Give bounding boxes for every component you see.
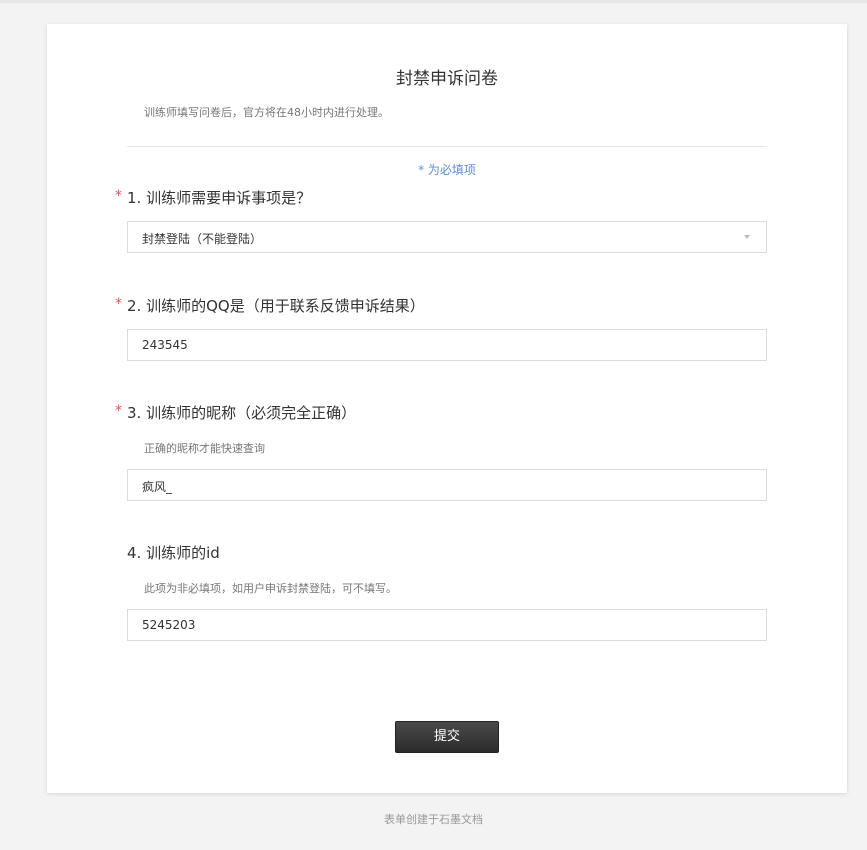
- question-3-value: 疯风_: [142, 480, 173, 494]
- submit-button[interactable]: 提交: [395, 721, 499, 753]
- question-4-input[interactable]: 5245203: [127, 609, 767, 641]
- question-4-hint: 此项为非必填项，如用户申诉封禁登陆，可不填写。: [144, 582, 397, 595]
- question-1-label: 1. 训练师需要申诉事项是？: [127, 189, 312, 207]
- form-description: 训练师填写问卷后，官方将在48小时内进行处理。: [144, 106, 389, 119]
- chevron-down-icon: [744, 235, 750, 239]
- question-4-title: 4. 训练师的id: [127, 542, 220, 563]
- question-4-label: 4. 训练师的id: [127, 544, 220, 562]
- question-3-label: 3. 训练师的昵称（必须完全正确）: [127, 404, 357, 422]
- required-note: * 为必填项: [418, 163, 476, 177]
- question-4-value: 5245203: [142, 618, 196, 632]
- form-card: 封禁申诉问卷 训练师填写问卷后，官方将在48小时内进行处理。 * 为必填项 * …: [47, 24, 847, 793]
- question-3-title: * 3. 训练师的昵称（必须完全正确）: [115, 402, 357, 423]
- question-2-label: 2. 训练师的QQ是（用于联系反馈申诉结果）: [127, 297, 425, 315]
- question-1-select[interactable]: 封禁登陆（不能登陆）: [127, 221, 767, 253]
- question-1-selected-value: 封禁登陆（不能登陆）: [142, 232, 263, 246]
- question-2-input[interactable]: 243545: [127, 329, 767, 361]
- top-bar: [0, 0, 867, 3]
- footer-text[interactable]: 表单创建于石墨文档: [0, 811, 867, 827]
- header-divider: [127, 146, 767, 147]
- question-2-title: * 2. 训练师的QQ是（用于联系反馈申诉结果）: [115, 295, 425, 316]
- question-3-input[interactable]: 疯风_: [127, 469, 767, 501]
- required-star: *: [115, 296, 122, 312]
- question-1-title: * 1. 训练师需要申诉事项是？: [115, 187, 312, 208]
- form-title: 封禁申诉问卷: [396, 69, 498, 89]
- question-2-value: 243545: [142, 338, 188, 352]
- required-star: *: [115, 403, 122, 419]
- required-star: *: [115, 188, 122, 204]
- question-3-hint: 正确的昵称才能快速查询: [144, 442, 265, 455]
